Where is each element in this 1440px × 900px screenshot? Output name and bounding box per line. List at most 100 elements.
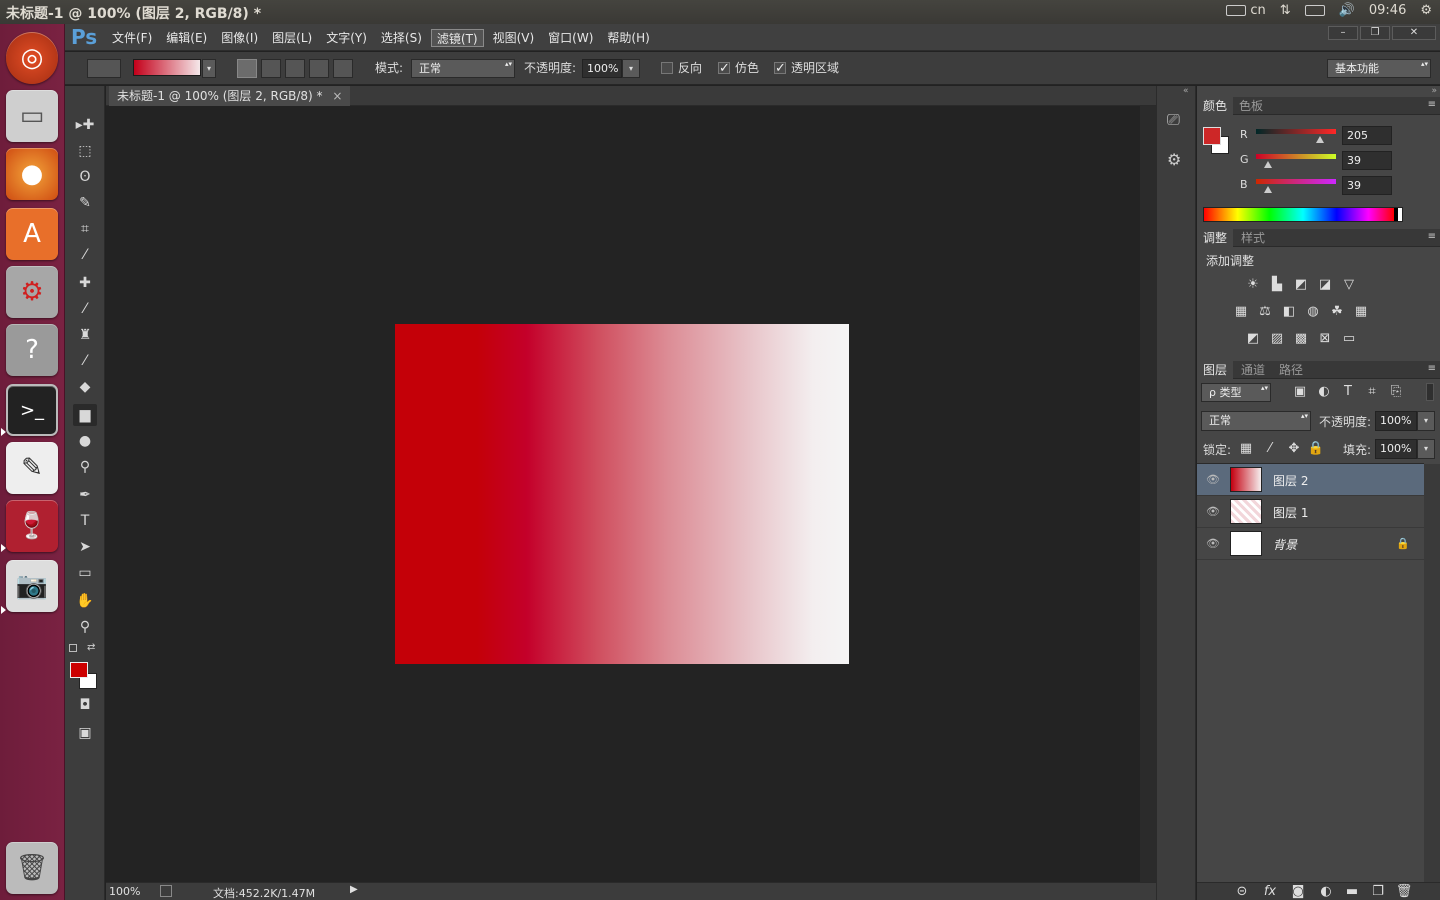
filter-pixel-layers-icon[interactable]: ▣ xyxy=(1291,385,1309,399)
opacity-dropdown-button[interactable]: ▾ xyxy=(622,59,640,78)
restore-button[interactable]: ❐ xyxy=(1360,26,1390,40)
lock-image-pixels-icon[interactable]: ⁄ xyxy=(1261,442,1279,456)
clock[interactable]: 09:46 xyxy=(1369,3,1406,18)
software-center-icon[interactable]: A xyxy=(6,208,58,260)
color-panel-menu-icon[interactable]: ≡ xyxy=(1428,99,1436,110)
workspace-select[interactable]: 基本功能 xyxy=(1327,59,1431,78)
dodge-tool-icon[interactable]: ⚲ xyxy=(73,456,97,478)
adjustments-panel-menu-icon[interactable]: ≡ xyxy=(1428,231,1436,242)
close-tab-icon[interactable]: × xyxy=(332,89,342,103)
layer-name[interactable]: 图层 2 xyxy=(1273,472,1308,489)
layer-name[interactable]: 背景 xyxy=(1273,536,1297,553)
lock-transparent-pixels-icon[interactable]: ▦ xyxy=(1237,442,1255,456)
levels-icon[interactable]: ▙ xyxy=(1268,278,1286,292)
layer-style-fx-icon[interactable]: fx xyxy=(1261,885,1279,899)
new-layer-icon[interactable]: ❐ xyxy=(1369,885,1387,899)
move-tool-icon[interactable]: ▸✚ xyxy=(73,114,97,136)
menu-help[interactable]: 帮助(H) xyxy=(602,29,654,47)
blue-slider-thumb[interactable] xyxy=(1264,186,1272,193)
close-button[interactable]: ✕ xyxy=(1392,26,1436,40)
ubuntu-logo-icon[interactable]: ◎ xyxy=(6,32,58,84)
lock-position-icon[interactable]: ✥ xyxy=(1285,442,1303,456)
menu-edit[interactable]: 编辑(E) xyxy=(161,29,212,47)
visibility-eye-icon[interactable]: 👁 xyxy=(1206,537,1220,550)
filter-adjustment-layers-icon[interactable]: ◐ xyxy=(1315,385,1333,399)
status-info-icon[interactable] xyxy=(160,885,172,897)
quick-selection-tool-icon[interactable]: ✎ xyxy=(73,192,97,214)
collapse-arrows-icon[interactable]: « xyxy=(1183,86,1189,96)
red-value-input[interactable]: 205 xyxy=(1342,126,1392,145)
zoom-tool-icon[interactable]: ⚲ xyxy=(73,616,97,638)
marquee-tool-icon[interactable]: ⬚ xyxy=(73,140,97,162)
minimize-button[interactable]: – xyxy=(1328,26,1358,40)
reflected-gradient-button[interactable] xyxy=(309,59,329,78)
delete-layer-icon[interactable]: 🗑 xyxy=(1395,885,1413,899)
menu-view[interactable]: 视图(V) xyxy=(488,29,540,47)
transparency-checkbox[interactable]: 透明区域 xyxy=(774,59,839,78)
text-editor-icon[interactable]: ✎ xyxy=(6,442,58,494)
color-spectrum-ramp[interactable] xyxy=(1203,207,1403,222)
keyboard-indicator[interactable]: cn xyxy=(1226,3,1266,18)
menu-image[interactable]: 图像(I) xyxy=(216,29,263,47)
radial-gradient-button[interactable] xyxy=(261,59,281,78)
quick-mask-icon[interactable]: ◘ xyxy=(73,694,97,716)
vibrance-icon[interactable]: ▽ xyxy=(1340,278,1358,292)
visibility-eye-icon[interactable]: 👁 xyxy=(1206,473,1220,486)
collapse-panels-icon[interactable]: » xyxy=(1431,86,1437,96)
angle-gradient-button[interactable] xyxy=(285,59,305,78)
tab-styles[interactable]: 样式 xyxy=(1235,229,1271,247)
green-value-input[interactable]: 39 xyxy=(1342,151,1392,170)
fill-dropdown[interactable]: ▾ xyxy=(1417,439,1435,459)
link-layers-icon[interactable]: ⊝ xyxy=(1233,885,1251,899)
menu-window[interactable]: 窗口(W) xyxy=(543,29,598,47)
new-adjustment-layer-icon[interactable]: ◐ xyxy=(1317,885,1335,899)
color-panel-foreground-swatch[interactable] xyxy=(1203,127,1221,145)
status-menu-arrow-icon[interactable]: ▶ xyxy=(350,884,358,895)
tab-layers[interactable]: 图层 xyxy=(1197,361,1234,379)
lock-all-icon[interactable]: 🔒 xyxy=(1307,442,1325,456)
healing-brush-tool-icon[interactable]: ✚ xyxy=(73,272,97,294)
tool-preset-picker[interactable] xyxy=(87,59,121,78)
brush-tool-icon[interactable]: ⁄ xyxy=(73,298,97,320)
filter-smart-objects-icon[interactable]: ⎘ xyxy=(1387,385,1405,399)
add-mask-icon[interactable]: ◙ xyxy=(1289,885,1307,899)
layer-row-layer-1[interactable]: 👁 图层 1 xyxy=(1197,496,1424,528)
selective-color-icon[interactable]: ⊠ xyxy=(1316,332,1334,346)
color-lookup-icon[interactable]: ▦ xyxy=(1352,305,1370,319)
trash-icon[interactable]: 🗑 xyxy=(6,842,58,894)
opacity-input[interactable]: 100% xyxy=(582,59,622,78)
system-settings-icon[interactable]: ⚙ xyxy=(6,266,58,318)
pen-tool-icon[interactable]: ✒ xyxy=(73,484,97,506)
mode-select[interactable]: 正常 xyxy=(411,59,515,78)
brightness-contrast-icon[interactable]: ☀ xyxy=(1244,278,1262,292)
reverse-checkbox[interactable]: 反向 xyxy=(661,59,702,78)
layers-scrollbar[interactable] xyxy=(1424,464,1440,882)
rectangle-tool-icon[interactable]: ▭ xyxy=(73,562,97,584)
settings-gear-icon[interactable]: ⚙ xyxy=(1420,3,1432,18)
path-selection-tool-icon[interactable]: ➤ xyxy=(73,536,97,558)
hand-tool-icon[interactable]: ✋ xyxy=(73,590,97,612)
layer-row-layer-2[interactable]: 👁 图层 2 xyxy=(1197,464,1424,496)
history-brush-tool-icon[interactable]: ⁄ xyxy=(73,350,97,372)
network-icon[interactable]: ⇅ xyxy=(1280,3,1291,18)
gradient-preview[interactable] xyxy=(133,59,201,76)
battery-icon[interactable] xyxy=(1304,3,1325,18)
files-icon[interactable]: ▭ xyxy=(6,90,58,142)
layer-name[interactable]: 图层 1 xyxy=(1273,504,1308,521)
lasso-tool-icon[interactable]: ʘ xyxy=(73,166,97,188)
blend-mode-select[interactable]: 正常 xyxy=(1201,411,1311,431)
foreground-color-swatch[interactable] xyxy=(70,662,88,678)
layer-opacity-input[interactable]: 100% xyxy=(1375,411,1417,431)
blue-value-input[interactable]: 39 xyxy=(1342,176,1392,195)
blur-tool-icon[interactable]: ● xyxy=(73,430,97,452)
curves-icon[interactable]: ◩ xyxy=(1292,278,1310,292)
firefox-icon[interactable]: ● xyxy=(6,148,58,200)
filter-type-layers-icon[interactable]: T xyxy=(1339,385,1357,399)
menu-file[interactable]: 文件(F) xyxy=(107,29,157,47)
menu-type[interactable]: 文字(Y) xyxy=(321,29,372,47)
volume-icon[interactable]: 🔊 xyxy=(1339,3,1355,18)
fill-input[interactable]: 100% xyxy=(1375,439,1417,459)
tab-adjustments[interactable]: 调整 xyxy=(1197,229,1234,247)
photo-filter-icon[interactable]: ◍ xyxy=(1304,305,1322,319)
document-canvas[interactable] xyxy=(395,324,849,664)
